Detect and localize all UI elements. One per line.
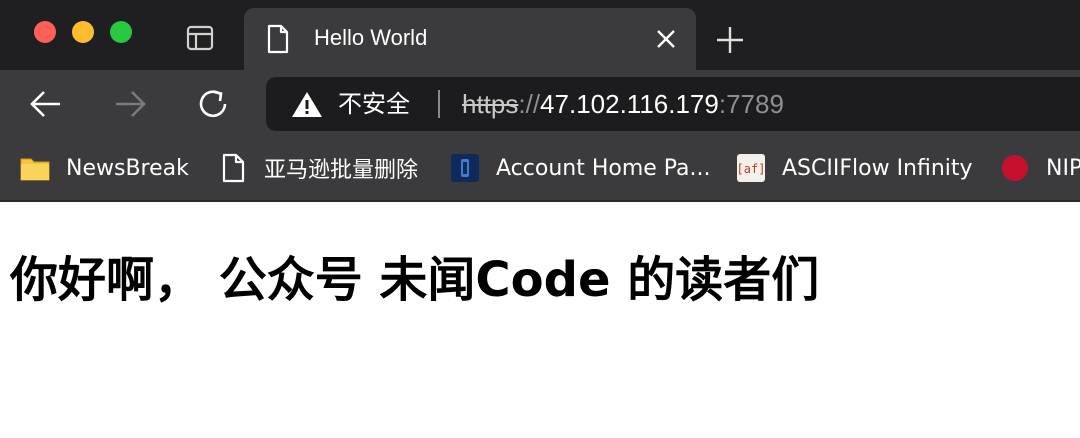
close-tab-icon[interactable] [654,27,678,51]
bookmark-label: ASCIIFlow Infinity [782,155,973,181]
document-icon [222,153,245,183]
address-bar[interactable]: 不安全 https://47.102.116.179:7789 [266,77,1080,131]
bank-icon [451,154,479,182]
bookmark-label: NewsBreak [66,155,189,181]
bookmark-label: 亚马逊批量删除 [264,158,419,183]
tab-title: Hello World [314,25,428,50]
window-close-button[interactable] [34,21,56,43]
new-tab-icon[interactable] [712,22,748,58]
svg-text:[af]: [af] [737,162,766,176]
url-host: 47.102.116.179 [540,89,719,119]
bookmark-asciiflow[interactable]: [af] ASCIIFlow Infinity [736,149,973,187]
page-content: 你好啊， 公众号 未闻Code 的读者们 [0,202,1080,438]
bookmark-label: NIP [1046,155,1080,181]
bookmark-account-home[interactable]: Account Home Pa... [450,149,711,187]
forward-arrow-icon[interactable] [112,86,148,122]
bookmark-newsbreak[interactable]: NewsBreak [20,149,189,187]
warning-icon[interactable] [291,90,323,118]
active-tab[interactable]: Hello World [244,8,696,70]
document-icon [267,24,289,54]
bookmark-nip[interactable]: NIP [1000,149,1080,187]
bookmarks-bar: NewsBreak 亚马逊批量删除 Account Home Pa... [af… [0,136,1080,202]
asciiflow-icon: [af] [737,154,766,182]
url-scheme: https [462,89,519,119]
tab-overview-icon[interactable] [186,25,214,51]
window-maximize-button[interactable] [110,21,132,43]
security-status-label[interactable]: 不安全 [338,89,410,119]
bookmark-amazon-bulk-delete[interactable]: 亚马逊批量删除 [220,149,418,187]
folder-icon [20,158,50,181]
window-minimize-button[interactable] [72,21,94,43]
back-arrow-icon[interactable] [28,86,64,122]
browser-title-bar: Hello World [0,0,1080,70]
bookmark-label: Account Home Pa... [496,155,711,181]
page-heading: 你好啊， 公众号 未闻Code 的读者们 [10,252,820,308]
url-text[interactable]: https://47.102.116.179:7789 [462,89,784,119]
red-circle-icon [1002,155,1028,181]
navigation-toolbar: 不安全 https://47.102.116.179:7789 [0,70,1080,136]
address-separator [438,90,440,118]
reload-icon[interactable] [195,86,231,122]
url-port: :7789 [718,89,784,119]
url-slashes: :// [518,89,541,119]
